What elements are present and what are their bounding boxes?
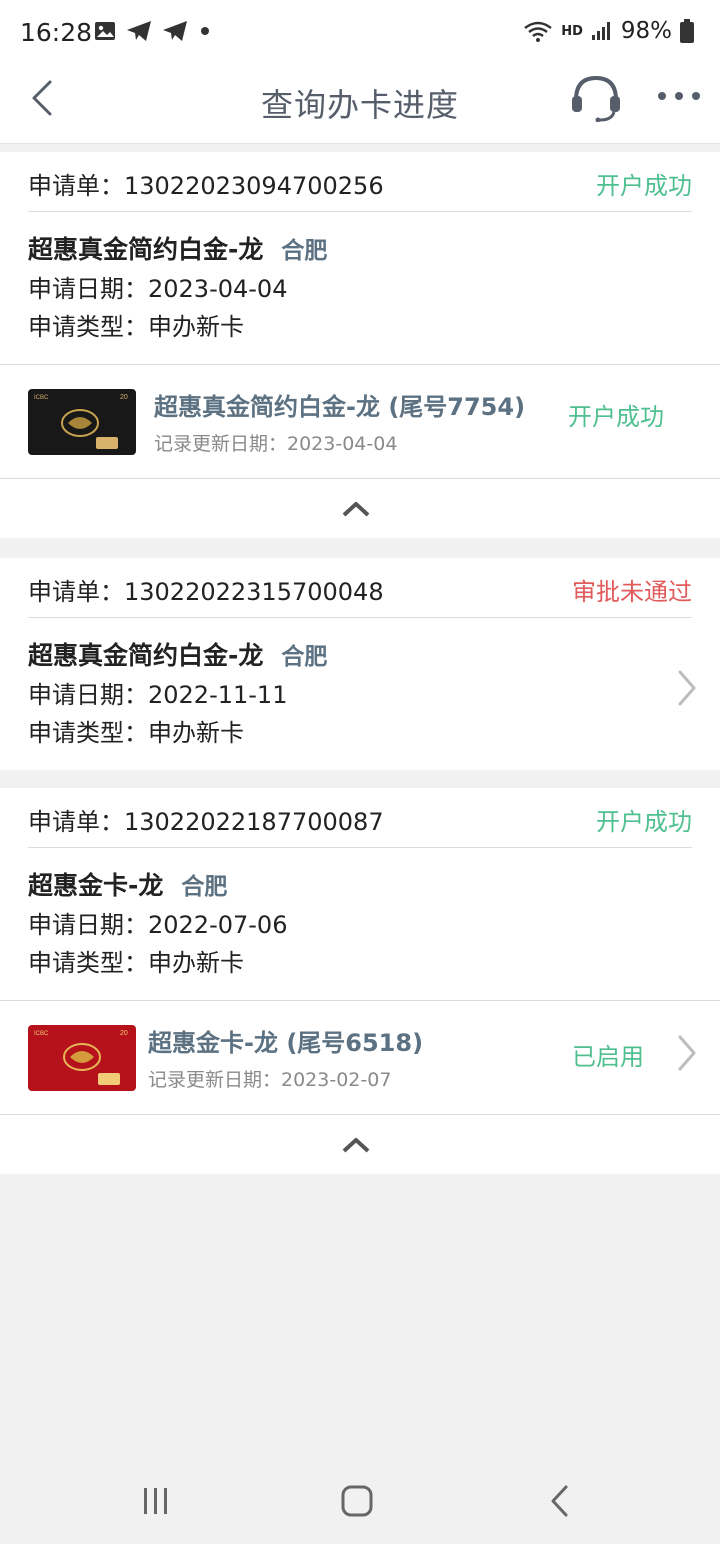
- application-header: 申请单：13022023094700256 开户成功: [28, 152, 692, 212]
- status-time: 16:28: [20, 18, 93, 47]
- battery-icon: [680, 19, 694, 43]
- apply-type: 申请类型：申办新卡: [28, 719, 244, 747]
- svg-text:ICBC: ICBC: [34, 1031, 49, 1037]
- svg-text:20: 20: [120, 1030, 128, 1037]
- card-update-date: 记录更新日期：2023-02-07: [148, 1069, 392, 1091]
- apply-date: 申请日期：2022-11-11: [28, 681, 288, 709]
- city-label: 合肥: [281, 644, 328, 670]
- card-image-red: ICBC 20: [28, 1025, 136, 1091]
- telegram-icon-2: [163, 21, 187, 41]
- application-number: 申请单：13022022187700087: [28, 808, 384, 836]
- application-info[interactable]: 超惠金卡-龙 合肥 申请日期：2022-07-06 申请类型：申办新卡: [0, 848, 720, 1000]
- collapse-toggle[interactable]: [0, 1114, 720, 1174]
- application-number: 申请单：13022023094700256: [28, 172, 384, 200]
- chevron-right-icon: [678, 1035, 696, 1071]
- home-icon[interactable]: [340, 1484, 374, 1518]
- signal-icon: [591, 22, 610, 40]
- card-title: 超惠金卡-龙 (尾号6518): [148, 1029, 424, 1057]
- dot-icon: [201, 27, 209, 35]
- card-status: 开户成功: [568, 403, 664, 431]
- application-status: 审批未通过: [572, 578, 692, 606]
- more-icon[interactable]: [656, 88, 702, 104]
- apply-type: 申请类型：申办新卡: [28, 949, 244, 977]
- battery-percent: 98%: [620, 18, 672, 44]
- apply-date: 申请日期：2023-04-04: [28, 275, 288, 303]
- card-status: 已启用: [572, 1043, 644, 1071]
- gallery-icon: [95, 22, 115, 40]
- application-number: 申请单：13022022315700048: [28, 578, 384, 606]
- application-header: 申请单：13022022187700087 开户成功: [28, 788, 692, 848]
- product-name: 超惠真金简约白金-龙: [28, 235, 264, 264]
- application-card: 申请单：13022023094700256 开户成功 超惠真金简约白金-龙 合肥 …: [0, 152, 720, 538]
- apply-type: 申请类型：申办新卡: [28, 313, 244, 341]
- chevron-up-icon: [342, 1138, 370, 1153]
- svg-text:ICBC: ICBC: [34, 395, 49, 401]
- header-bar: 查询办卡进度: [0, 66, 720, 144]
- application-status: 开户成功: [596, 808, 692, 836]
- product-name: 超惠金卡-龙: [28, 871, 164, 900]
- application-card: 申请单：13022022187700087 开户成功 超惠金卡-龙 合肥 申请日期…: [0, 788, 720, 1174]
- telegram-icon: [127, 21, 151, 41]
- system-back-icon[interactable]: [548, 1484, 572, 1518]
- application-card[interactable]: 申请单：13022022315700048 审批未通过 超惠真金简约白金-龙 合肥…: [0, 558, 720, 770]
- card-update-date: 记录更新日期：2023-04-04: [154, 433, 398, 455]
- city-label: 合肥: [281, 238, 328, 264]
- svg-text:20: 20: [120, 394, 128, 401]
- apply-date: 申请日期：2022-07-06: [28, 911, 288, 939]
- system-navigation-bar: [0, 1452, 720, 1544]
- chevron-up-icon: [342, 502, 370, 517]
- recent-apps-icon[interactable]: [140, 1486, 172, 1516]
- status-bar: 16:28 HD 98%: [0, 0, 720, 66]
- chevron-right-icon: [678, 670, 696, 706]
- city-label: 合肥: [181, 874, 228, 900]
- application-info[interactable]: 超惠真金简约白金-龙 合肥 申请日期：2022-11-11 申请类型：申办新卡: [0, 618, 720, 770]
- card-record[interactable]: ICBC 20 超惠金卡-龙 (尾号6518) 记录更新日期：2023-02-0…: [0, 1000, 720, 1114]
- collapse-toggle[interactable]: [0, 478, 720, 538]
- product-name: 超惠真金简约白金-龙: [28, 641, 264, 670]
- notification-icons: [94, 20, 212, 42]
- card-title: 超惠真金简约白金-龙 (尾号7754): [154, 393, 526, 421]
- card-record[interactable]: ICBC 20 超惠真金简约白金-龙 (尾号7754) 记录更新日期：2023-…: [0, 364, 720, 478]
- application-header: 申请单：13022022315700048 审批未通过: [28, 558, 692, 618]
- wifi-icon: [524, 21, 552, 42]
- application-status: 开户成功: [596, 172, 692, 200]
- status-right: HD 98%: [523, 18, 694, 44]
- application-info[interactable]: 超惠真金简约白金-龙 合肥 申请日期：2023-04-04 申请类型：申办新卡: [0, 212, 720, 364]
- network-type: HD: [561, 23, 583, 39]
- headset-icon[interactable]: [570, 74, 622, 122]
- card-image-black: ICBC 20: [28, 389, 136, 455]
